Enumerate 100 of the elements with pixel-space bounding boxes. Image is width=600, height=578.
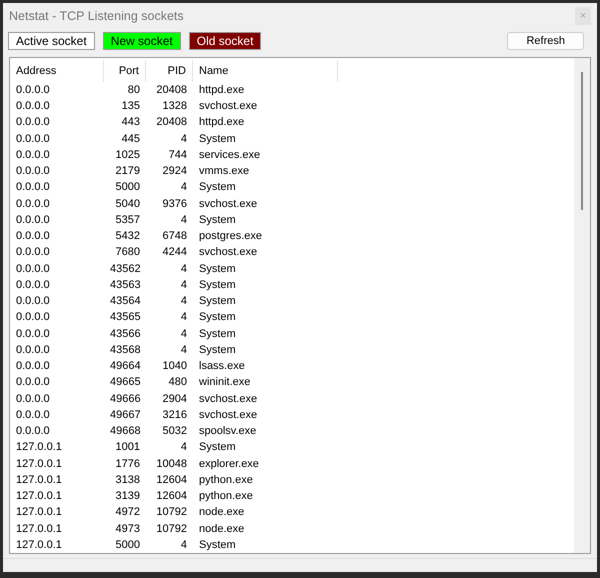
table-cell-text: 4 [180, 212, 188, 228]
table-cell-text: 5357 [114, 212, 141, 228]
table-cell-text: 4 [180, 440, 188, 456]
table-cell-text: 2904 [162, 392, 188, 407]
table-cell-text: 0.0.0.0 [15, 375, 51, 390]
table-cell-text: 49666 [109, 392, 142, 407]
table-cell-text: 0.0.0.0 [15, 342, 51, 358]
table-cell-text: 4 [180, 180, 188, 196]
table-cell-text: 80 [126, 82, 141, 98]
table-cell-text: 445 [120, 132, 141, 147]
table-cell-text: 0.0.0.0 [15, 408, 51, 423]
table-cell-text: 4 [180, 326, 188, 342]
table-cell-text: 0.0.0.0 [15, 132, 51, 147]
table-cell-text: 43562 [109, 262, 142, 277]
column-header[interactable]: Port [104, 60, 146, 82]
table-cell-text: 20408 [155, 82, 188, 98]
column-header[interactable]: PID [146, 60, 193, 82]
table-cell-text: 4 [180, 132, 188, 147]
table-cell-text: 127.0.0.1 [15, 489, 63, 504]
table-cell-text: 127.0.0.1 [15, 456, 63, 472]
table-cell-text: 4 [180, 278, 188, 293]
table-cell-text: 49665 [109, 375, 142, 390]
table-cell-text: 5000 [114, 538, 141, 553]
table-cell-text: 135 [120, 99, 141, 114]
table-cell-text: 5032 [162, 424, 188, 440]
legend-label: Active socket [8, 32, 95, 50]
table-cell-text: System [198, 262, 237, 277]
table-cell-text: 1040 [162, 359, 188, 374]
table-cell-text: 0.0.0.0 [15, 212, 51, 228]
table-cell-text: node.exe [198, 505, 246, 520]
table-cell-text: 0.0.0.0 [15, 82, 51, 98]
table-cell-text: postgres.exe [198, 229, 263, 244]
table-cell-text: 49667 [109, 408, 142, 423]
table-cell-text: svchost.exe [198, 99, 258, 114]
table-cell-text: 0.0.0.0 [15, 115, 51, 130]
table-cell-text: 3138 [114, 472, 141, 488]
table-cell-text: 443 [120, 115, 141, 130]
scrollbar-thumb[interactable] [581, 72, 583, 210]
table-cell-text: 43565 [109, 310, 142, 326]
table-cell-text: 4 [180, 538, 188, 553]
table-cell-text: 12604 [155, 489, 188, 504]
table-cell-text: 4 [180, 342, 188, 358]
table-cell-text: lsass.exe [198, 359, 246, 374]
table-cell-text: System [198, 326, 237, 342]
table-cell-text: 1776 [114, 456, 141, 472]
table-cell-text: 0.0.0.0 [15, 310, 51, 326]
table-cell-text: 1025 [114, 148, 141, 163]
table-cell-text: node.exe [198, 522, 246, 537]
table-cell-text: 1001 [114, 440, 141, 456]
table-cell-text: 127.0.0.1 [15, 472, 63, 488]
column-header[interactable]: Address [10, 60, 104, 82]
table-cell-text: 127.0.0.1 [15, 440, 63, 456]
table-cell-text: 2924 [162, 164, 188, 180]
table-cell-text: vmms.exe [198, 164, 250, 180]
table-cell-text: 744 [168, 148, 188, 163]
table-cell-text: 10792 [155, 505, 188, 520]
table-cell-text: 10792 [155, 522, 188, 537]
table-cell-text: System [198, 440, 237, 456]
table-cell-text: 0.0.0.0 [15, 278, 51, 293]
table-cell-text: httpd.exe [198, 82, 246, 98]
table-cell-text: 5432 [114, 229, 141, 244]
table-cell-text: spoolsv.exe [198, 424, 258, 440]
table-cell-text: 49664 [109, 359, 142, 374]
table-cell-text: explorer.exe [198, 456, 260, 472]
table-cell-text: 0.0.0.0 [15, 99, 51, 114]
table-cell-text: 43563 [109, 278, 142, 293]
window-title: Netstat - TCP Listening sockets [9, 8, 184, 25]
table-cell-text: 0.0.0.0 [15, 229, 51, 244]
table-cell-text: 3216 [162, 408, 188, 423]
table-cell-text: 4 [180, 294, 188, 310]
table-cell-text: System [198, 132, 237, 147]
table-cell-text: svchost.exe [198, 392, 258, 407]
table-cell-text: 1328 [162, 99, 188, 114]
table-cell-text: svchost.exe [198, 245, 258, 260]
legend-label: Old socket [188, 32, 262, 50]
table-cell-text: 127.0.0.1 [15, 505, 63, 520]
table-cell-text: 2179 [114, 164, 141, 180]
table-cell-text: 5000 [114, 180, 141, 196]
table-cell-text: 480 [168, 375, 188, 390]
table-cell-text: 0.0.0.0 [15, 148, 51, 163]
table-cell-text: System [198, 342, 237, 358]
table-cell-text: System [198, 278, 237, 293]
table-cell-text: svchost.exe [198, 408, 258, 423]
table-cell-text: 49668 [109, 424, 142, 440]
table-cell-text: 4972 [114, 505, 141, 520]
scrollbar[interactable] [574, 58, 590, 553]
table-cell-text: 0.0.0.0 [15, 245, 51, 260]
table-cell-text: 0.0.0.0 [15, 196, 51, 212]
table-cell-text: httpd.exe [198, 115, 246, 130]
table-cell-text: wininit.exe [198, 375, 252, 390]
table-cell-text: 5040 [114, 196, 141, 212]
table-cell-text: 0.0.0.0 [15, 359, 51, 374]
table-cell-text: 20408 [155, 115, 188, 130]
table-cell-text: python.exe [198, 472, 254, 488]
table-cell-text: python.exe [198, 489, 254, 504]
table-cell-text: services.exe [198, 148, 262, 163]
table-cell-text: System [198, 212, 237, 228]
refresh-button[interactable]: Refresh [507, 32, 584, 50]
table-cell-text: 4973 [114, 522, 141, 537]
column-header[interactable]: Name [193, 60, 338, 82]
